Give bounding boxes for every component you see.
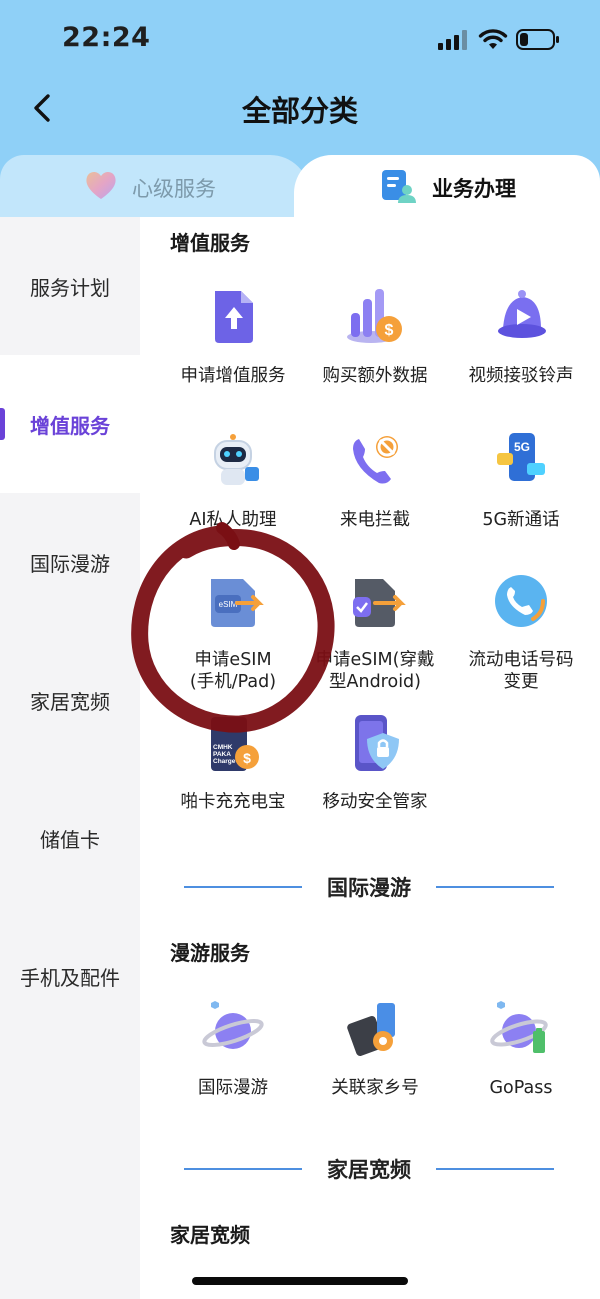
- powerbank-icon: CMHK PAKA Charge $: [211, 717, 259, 771]
- service-label: 申请eSIM (手机/Pad): [189, 650, 277, 692]
- heart-icon: [86, 171, 116, 199]
- service-label: 关联家乡号: [331, 1078, 419, 1098]
- section-title: 增值服务: [170, 231, 250, 255]
- phone-shield-icon: [355, 715, 399, 771]
- svg-text:CMHK: CMHK: [213, 744, 233, 751]
- section-title: 家居宽频: [170, 1223, 250, 1247]
- service-label: 啪卡充充电宝: [180, 792, 286, 812]
- svg-text:eSIM: eSIM: [219, 600, 238, 609]
- sidebar-item-phones[interactable]: 手机及配件: [0, 907, 140, 1045]
- sidebar-item-label: 国际漫游: [30, 551, 110, 576]
- svg-text:$: $: [385, 322, 394, 339]
- business-form-icon: [382, 170, 416, 203]
- phone-block-icon: [353, 436, 398, 484]
- tab-heart-service[interactable]: 心级服务: [0, 155, 310, 217]
- home-indicator: [192, 1277, 408, 1285]
- sidebar-item-value-added[interactable]: 增值服务: [0, 355, 140, 493]
- phone-change-icon: [495, 575, 547, 627]
- esim-icon: eSIM: [211, 579, 264, 627]
- section-divider-broadband: 家居宽频: [184, 1154, 554, 1184]
- sidebar-item-label: 增值服务: [30, 413, 110, 438]
- tab-business[interactable]: 业务办理: [294, 155, 600, 217]
- tab-label: 心级服务: [132, 177, 216, 201]
- divider-line: [436, 1168, 554, 1170]
- service-label: 视频接驳铃声: [468, 366, 574, 386]
- sidebar-item-label: 储值卡: [40, 827, 100, 852]
- section-title: 漫游服务: [170, 941, 250, 965]
- sim-card-icon: [347, 1003, 395, 1056]
- service-label: 国际漫游: [198, 1078, 268, 1098]
- category-tabs: 心级服务 业务办理: [0, 155, 600, 217]
- svg-text:5G: 5G: [514, 440, 530, 454]
- service-label: 申请增值服务: [180, 366, 286, 386]
- category-content: 增值服务 申请增值服务 $ 购买额外数据 视频接驳铃声 AI私人助理 来电拦截 …: [140, 217, 600, 1299]
- esim-watch-icon: [353, 579, 406, 627]
- service-label: GoPass: [489, 1078, 553, 1098]
- service-label: 来电拦截: [340, 510, 410, 530]
- robot-icon: [214, 434, 259, 485]
- active-indicator: [0, 408, 5, 440]
- 5g-phone-icon: 5G: [497, 433, 545, 481]
- sidebar-item-label: 手机及配件: [20, 965, 120, 990]
- battery-icon: [516, 29, 559, 50]
- svg-text:Charge: Charge: [213, 758, 236, 765]
- sidebar-item-label: 服务计划: [30, 275, 110, 300]
- cellular-signal-icon: [438, 30, 467, 50]
- service-label: AI私人助理: [189, 510, 277, 530]
- service-label: 5G新通话: [482, 510, 560, 530]
- service-label: 购买额外数据: [322, 366, 428, 386]
- upload-doc-icon: [215, 291, 253, 343]
- sidebar-item-plans[interactable]: 服务计划: [0, 217, 140, 355]
- sidebar-item-broadband[interactable]: 家居宽频: [0, 631, 140, 769]
- planet-battery-icon: [490, 1001, 548, 1053]
- section-divider-roaming: 国际漫游: [184, 872, 554, 902]
- status-bar: 22:24: [0, 0, 600, 80]
- nav-header: 全部分类: [0, 80, 600, 142]
- sidebar-item-roaming[interactable]: 国际漫游: [0, 493, 140, 631]
- bell-play-icon: [498, 290, 546, 338]
- service-label: 流动电话号码 变更: [468, 650, 574, 692]
- status-time: 22:24: [62, 22, 151, 53]
- tab-label: 业务办理: [432, 177, 516, 201]
- planet-icon: [202, 1001, 264, 1049]
- svg-text:PAKA: PAKA: [213, 751, 231, 758]
- page-title: 全部分类: [241, 94, 358, 128]
- svg-text:$: $: [243, 750, 251, 766]
- service-label: 移动安全管家: [322, 792, 428, 812]
- category-sidebar: 服务计划 增值服务 国际漫游 家居宽频 储值卡 手机及配件: [0, 217, 140, 1299]
- wifi-icon: [478, 29, 508, 49]
- sidebar-item-stored-value[interactable]: 储值卡: [0, 769, 140, 907]
- sidebar-item-label: 家居宽频: [30, 689, 110, 714]
- divider-line: [436, 886, 554, 888]
- data-coin-icon: $: [347, 289, 402, 343]
- service-label: 申请eSIM(穿戴 型Android): [315, 650, 435, 692]
